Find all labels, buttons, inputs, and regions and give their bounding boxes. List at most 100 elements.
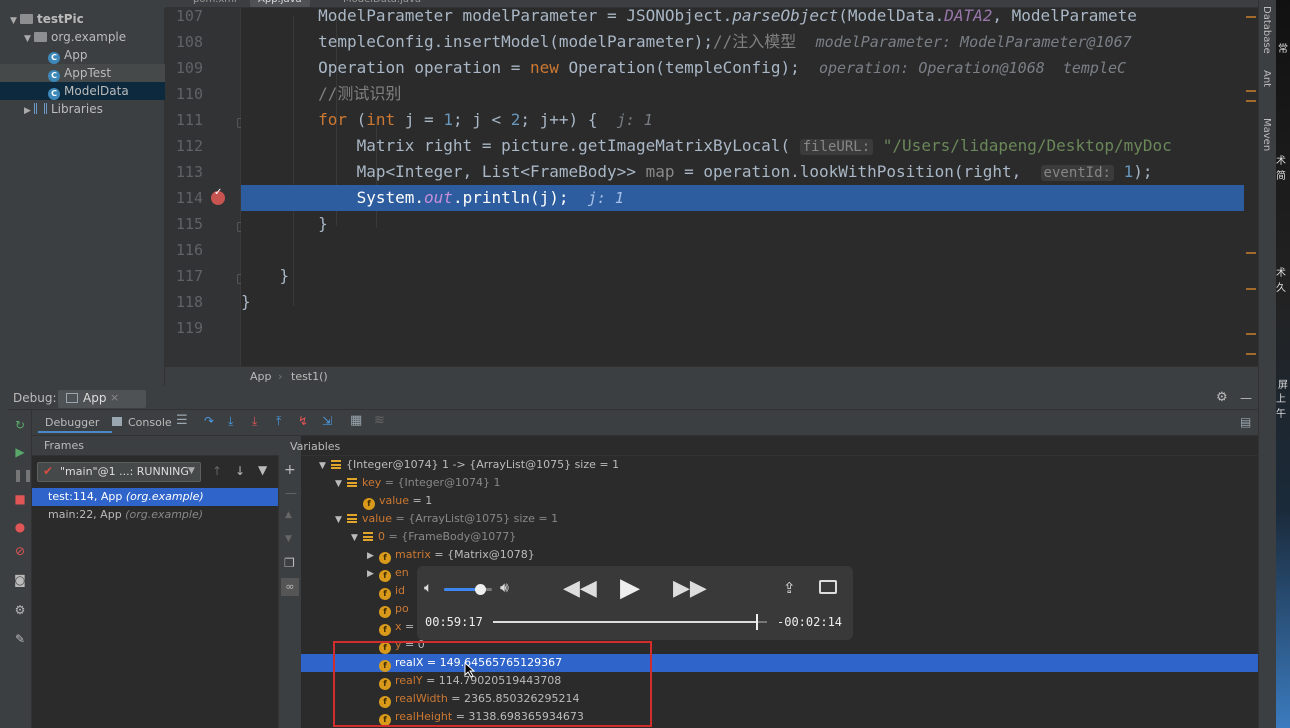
move-down-icon[interactable]: ▼ [285, 534, 292, 544]
watches-toggle-icon[interactable]: ∞ [281, 578, 299, 596]
arrow-down-icon[interactable]: ↓ [235, 464, 245, 478]
picture-in-picture-icon[interactable] [819, 580, 837, 594]
tool-tab-ant[interactable]: Ant [1261, 70, 1272, 87]
step-out-icon[interactable]: ⤒ [276, 414, 281, 429]
line-number[interactable]: 107 [165, 7, 203, 25]
tool-tab-database[interactable]: Database [1261, 6, 1272, 54]
volume-low-icon[interactable]: 🔈︎ [424, 580, 432, 596]
thread-select[interactable]: ✔ "main"@1 ...: RUNNING ▼ [37, 462, 201, 482]
line-number[interactable]: 109 [165, 59, 203, 77]
variable-row[interactable]: ▼ value = {ArrayList@1075} size = 1 [301, 510, 1258, 528]
code-line-114-current[interactable]: System.out.println(j); j: 1 [241, 185, 1258, 211]
line-number[interactable]: 117 [165, 267, 203, 285]
line-number[interactable]: 116 [165, 241, 203, 259]
tree-item-app[interactable]: C App [0, 46, 165, 64]
gear-icon[interactable]: ⚙ [1216, 386, 1228, 410]
tree-item-org-example[interactable]: ▼ org.example [0, 28, 165, 46]
pause-icon[interactable]: ❚❚ [13, 468, 33, 482]
tree-item-modeldata[interactable]: C ModelData [0, 82, 165, 100]
code-editor[interactable]: ModelParameter modelParameter = JSONObje… [241, 8, 1258, 366]
tree-item-apptest[interactable]: C AppTest [0, 64, 165, 82]
copy-icon[interactable]: ❐ [284, 556, 295, 570]
layout-icon[interactable]: ▤ [1240, 415, 1251, 429]
stripe-mark[interactable] [1246, 100, 1256, 102]
menu-icon[interactable]: ☰ [176, 413, 188, 428]
tree-expand-icon[interactable]: ▶ [24, 102, 34, 120]
line-number[interactable]: 110 [165, 85, 203, 103]
stripe-mark[interactable] [1246, 16, 1256, 18]
remove-watch-icon[interactable]: — [285, 486, 297, 500]
volume-high-icon[interactable]: 🔊︎ [500, 580, 509, 596]
breadcrumb-item-method[interactable]: test1() [291, 367, 328, 387]
code-line-117[interactable]: } [241, 263, 1258, 289]
scrubber-track[interactable] [493, 614, 767, 630]
line-number[interactable]: 111 [165, 111, 203, 129]
variable-row[interactable]: ▼ {Integer@1074} 1 -> {ArrayList@1075} si… [301, 456, 1258, 474]
rerun-icon[interactable]: ↻ [13, 418, 27, 432]
expand-toggle-icon[interactable]: ▼ [335, 511, 347, 529]
line-number[interactable]: 115 [165, 215, 203, 233]
add-watch-icon[interactable]: + [284, 462, 296, 478]
code-line-109[interactable]: Operation operation = new Operation(temp… [241, 55, 1258, 81]
volume-slider[interactable] [444, 584, 492, 595]
play-icon[interactable]: ▶ [620, 573, 640, 603]
minimize-icon[interactable]: — [1240, 386, 1252, 410]
code-line-110[interactable]: //测试识别 [241, 81, 1258, 107]
line-number[interactable]: 113 [165, 163, 203, 181]
tree-item-testpic[interactable]: ▼ testPic [0, 10, 165, 28]
code-line-111[interactable]: for (int j = 1; j < 2; j++) { j: 1 [241, 107, 1258, 133]
code-line-119[interactable] [241, 315, 1258, 341]
expand-toggle-icon[interactable]: ▶ [367, 565, 379, 583]
share-icon[interactable]: ⇪ [783, 579, 796, 597]
code-line-108[interactable]: templeConfig.insertModel(modelParameter)… [241, 29, 1258, 55]
scrubber-head[interactable] [756, 614, 759, 630]
error-stripe[interactable] [1244, 8, 1258, 366]
resume-icon[interactable]: ▶ [13, 445, 27, 459]
breadcrumb-item-class[interactable]: App [250, 367, 272, 387]
expand-toggle-icon[interactable]: ▼ [351, 529, 363, 547]
tab-app[interactable]: App.java [250, 0, 310, 7]
tab-console[interactable]: Console [128, 416, 172, 429]
view-breakpoints-icon[interactable]: ● [13, 520, 27, 534]
force-step-into-icon[interactable]: ⤓ [252, 414, 257, 429]
tree-item-libraries[interactable]: ▶ Libraries [0, 100, 165, 118]
expand-toggle-icon[interactable]: ▶ [367, 547, 379, 565]
tool-tab-maven[interactable]: Maven [1261, 118, 1272, 151]
mute-breakpoints-icon[interactable]: ⊘ [13, 544, 27, 558]
step-into-icon[interactable]: ⤓ [228, 414, 233, 429]
expand-toggle-icon[interactable]: ▼ [335, 475, 347, 493]
volume-slider-knob[interactable] [475, 584, 486, 595]
line-number[interactable]: 108 [165, 33, 203, 51]
code-line-107[interactable]: ModelParameter modelParameter = JSONObje… [241, 8, 1258, 29]
variable-row[interactable]: f value = 1 [301, 492, 1258, 510]
variable-row[interactable]: ▶ f matrix = {Matrix@1078} [301, 546, 1258, 564]
line-number[interactable]: 118 [165, 293, 203, 311]
stripe-mark[interactable] [1246, 252, 1256, 254]
line-number[interactable]: 114 [165, 189, 203, 207]
variable-row[interactable]: ▼ key = {Integer@1074} 1 [301, 474, 1258, 492]
pin-icon[interactable]: ✎ [13, 632, 27, 646]
stripe-mark[interactable] [1246, 288, 1256, 290]
settings-icon[interactable]: ⚙ [13, 603, 27, 617]
code-line-115[interactable]: } [241, 211, 1258, 237]
variable-row[interactable]: ▼ 0 = {FrameBody@1077} [301, 528, 1258, 546]
frame-row[interactable]: test:114, App (org.example) [32, 488, 278, 506]
expand-toggle-icon[interactable]: ▼ [319, 457, 331, 475]
step-over-icon[interactable]: ↷ [204, 414, 214, 428]
code-line-118[interactable]: } [241, 289, 1258, 315]
stripe-mark[interactable] [1246, 333, 1256, 335]
filter-icon[interactable]: ▼ [258, 463, 267, 477]
stop-icon[interactable]: ■ [13, 492, 27, 506]
camera-icon[interactable]: ◙ [13, 573, 27, 587]
move-up-icon[interactable]: ▲ [285, 510, 292, 520]
code-line-116[interactable] [241, 237, 1258, 263]
rewind-icon[interactable]: ◀◀ [563, 576, 597, 601]
code-line-113[interactable]: Map<Integer, List<FrameBody>> map = oper… [241, 159, 1258, 185]
stripe-mark[interactable] [1246, 90, 1256, 92]
fast-forward-icon[interactable]: ▶▶ [673, 576, 707, 601]
arrow-up-icon[interactable]: ↑ [212, 464, 222, 478]
tab-modeldata[interactable]: ModelData.java [335, 0, 430, 7]
evaluate-icon[interactable]: ▦ [350, 413, 362, 428]
stripe-mark[interactable] [1246, 353, 1256, 355]
code-line-112[interactable]: Matrix right = picture.getImageMatrixByL… [241, 133, 1258, 159]
